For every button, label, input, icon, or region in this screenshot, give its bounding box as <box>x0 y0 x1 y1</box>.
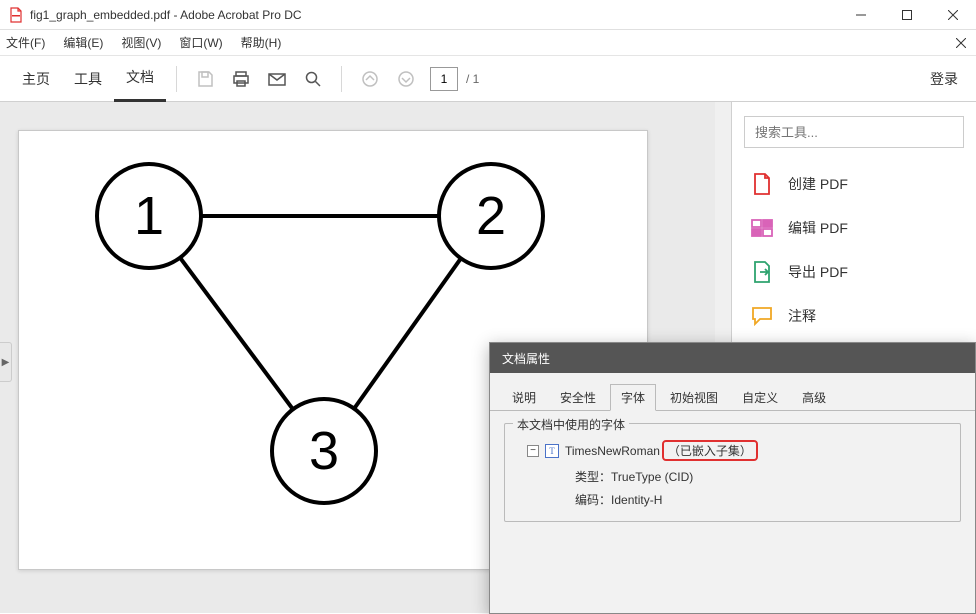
comment-icon <box>750 304 774 328</box>
node-3-label: 3 <box>309 421 339 481</box>
close-button[interactable] <box>930 0 976 30</box>
search-icon[interactable] <box>299 65 327 93</box>
tool-comment-label: 注释 <box>788 306 816 326</box>
menu-file[interactable]: 文件(F) <box>6 34 45 51</box>
pdf-app-icon <box>8 7 24 23</box>
tool-edit-pdf[interactable]: 编辑 PDF <box>732 206 976 250</box>
expand-nav-handle[interactable]: ▶ <box>0 342 12 382</box>
tools-search[interactable] <box>744 116 964 148</box>
export-pdf-icon <box>750 260 774 284</box>
save-icon[interactable] <box>191 65 219 93</box>
tree-collapse-icon[interactable]: − <box>527 445 539 457</box>
login-button[interactable]: 登录 <box>930 69 958 89</box>
tool-export-pdf[interactable]: 导出 PDF <box>732 250 976 294</box>
node-2-label: 2 <box>476 186 506 246</box>
dlg-tab-security[interactable]: 安全性 <box>550 385 606 410</box>
tools-search-input[interactable] <box>755 125 953 140</box>
page-total: / 1 <box>466 72 479 86</box>
font-type-row: 类型：TrueType (CID) <box>515 465 950 488</box>
tool-export-pdf-label: 导出 PDF <box>788 262 848 282</box>
dlg-tab-initial-view[interactable]: 初始视图 <box>660 385 728 410</box>
toolbar: 主页 工具 文档 / 1 登录 <box>0 56 976 102</box>
edit-pdf-icon <box>750 216 774 240</box>
dlg-tab-advanced[interactable]: 高级 <box>792 385 836 410</box>
tab-tools[interactable]: 工具 <box>62 56 114 102</box>
menubar: 文件(F) 编辑(E) 视图(V) 窗口(W) 帮助(H) <box>0 30 976 56</box>
email-icon[interactable] <box>263 65 291 93</box>
tab-home[interactable]: 主页 <box>10 56 62 102</box>
document-properties-dialog: 文档属性 说明 安全性 字体 初始视图 自定义 高级 本文档中使用的字体 − T… <box>489 342 976 614</box>
tool-comment[interactable]: 注释 <box>732 294 976 338</box>
tool-create-pdf[interactable]: 创建 PDF <box>732 162 976 206</box>
print-icon[interactable] <box>227 65 255 93</box>
create-pdf-icon <box>750 172 774 196</box>
dialog-tabs: 说明 安全性 字体 初始视图 自定义 高级 <box>490 373 975 411</box>
fonts-group: 本文档中使用的字体 − T TimesNewRoman （已嵌入子集） 类型：T… <box>504 423 961 522</box>
fonts-group-label: 本文档中使用的字体 <box>513 416 629 433</box>
dialog-body: 本文档中使用的字体 − T TimesNewRoman （已嵌入子集） 类型：T… <box>490 411 975 534</box>
font-encoding-row: 编码：Identity-H <box>515 488 950 511</box>
font-embed-status: （已嵌入子集） <box>662 440 758 461</box>
menu-window[interactable]: 窗口(W) <box>179 34 222 51</box>
menu-edit[interactable]: 编辑(E) <box>63 34 103 51</box>
menu-help[interactable]: 帮助(H) <box>241 34 282 51</box>
dlg-tab-custom[interactable]: 自定义 <box>732 385 788 410</box>
menu-close-doc[interactable] <box>956 35 966 51</box>
dlg-tab-fonts[interactable]: 字体 <box>610 384 656 411</box>
node-1-label: 1 <box>134 186 164 246</box>
page-nav: / 1 <box>430 67 479 91</box>
minimize-button[interactable] <box>838 0 884 30</box>
tool-create-pdf-label: 创建 PDF <box>788 174 848 194</box>
window-controls <box>838 0 976 30</box>
page-input[interactable] <box>430 67 458 91</box>
font-name-label: TimesNewRoman <box>565 444 660 458</box>
titlebar: fig1_graph_embedded.pdf - Adobe Acrobat … <box>0 0 976 30</box>
window-title: fig1_graph_embedded.pdf - Adobe Acrobat … <box>30 8 302 22</box>
maximize-button[interactable] <box>884 0 930 30</box>
font-type-icon: T <box>545 444 559 458</box>
dlg-tab-desc[interactable]: 说明 <box>502 385 546 410</box>
font-tree-item[interactable]: − T TimesNewRoman （已嵌入子集） <box>515 436 950 465</box>
tool-edit-pdf-label: 编辑 PDF <box>788 218 848 238</box>
page-up-icon[interactable] <box>356 65 384 93</box>
dialog-titlebar[interactable]: 文档属性 <box>490 343 975 373</box>
page-down-icon[interactable] <box>392 65 420 93</box>
menu-view[interactable]: 视图(V) <box>121 34 161 51</box>
tab-document[interactable]: 文档 <box>114 56 166 102</box>
